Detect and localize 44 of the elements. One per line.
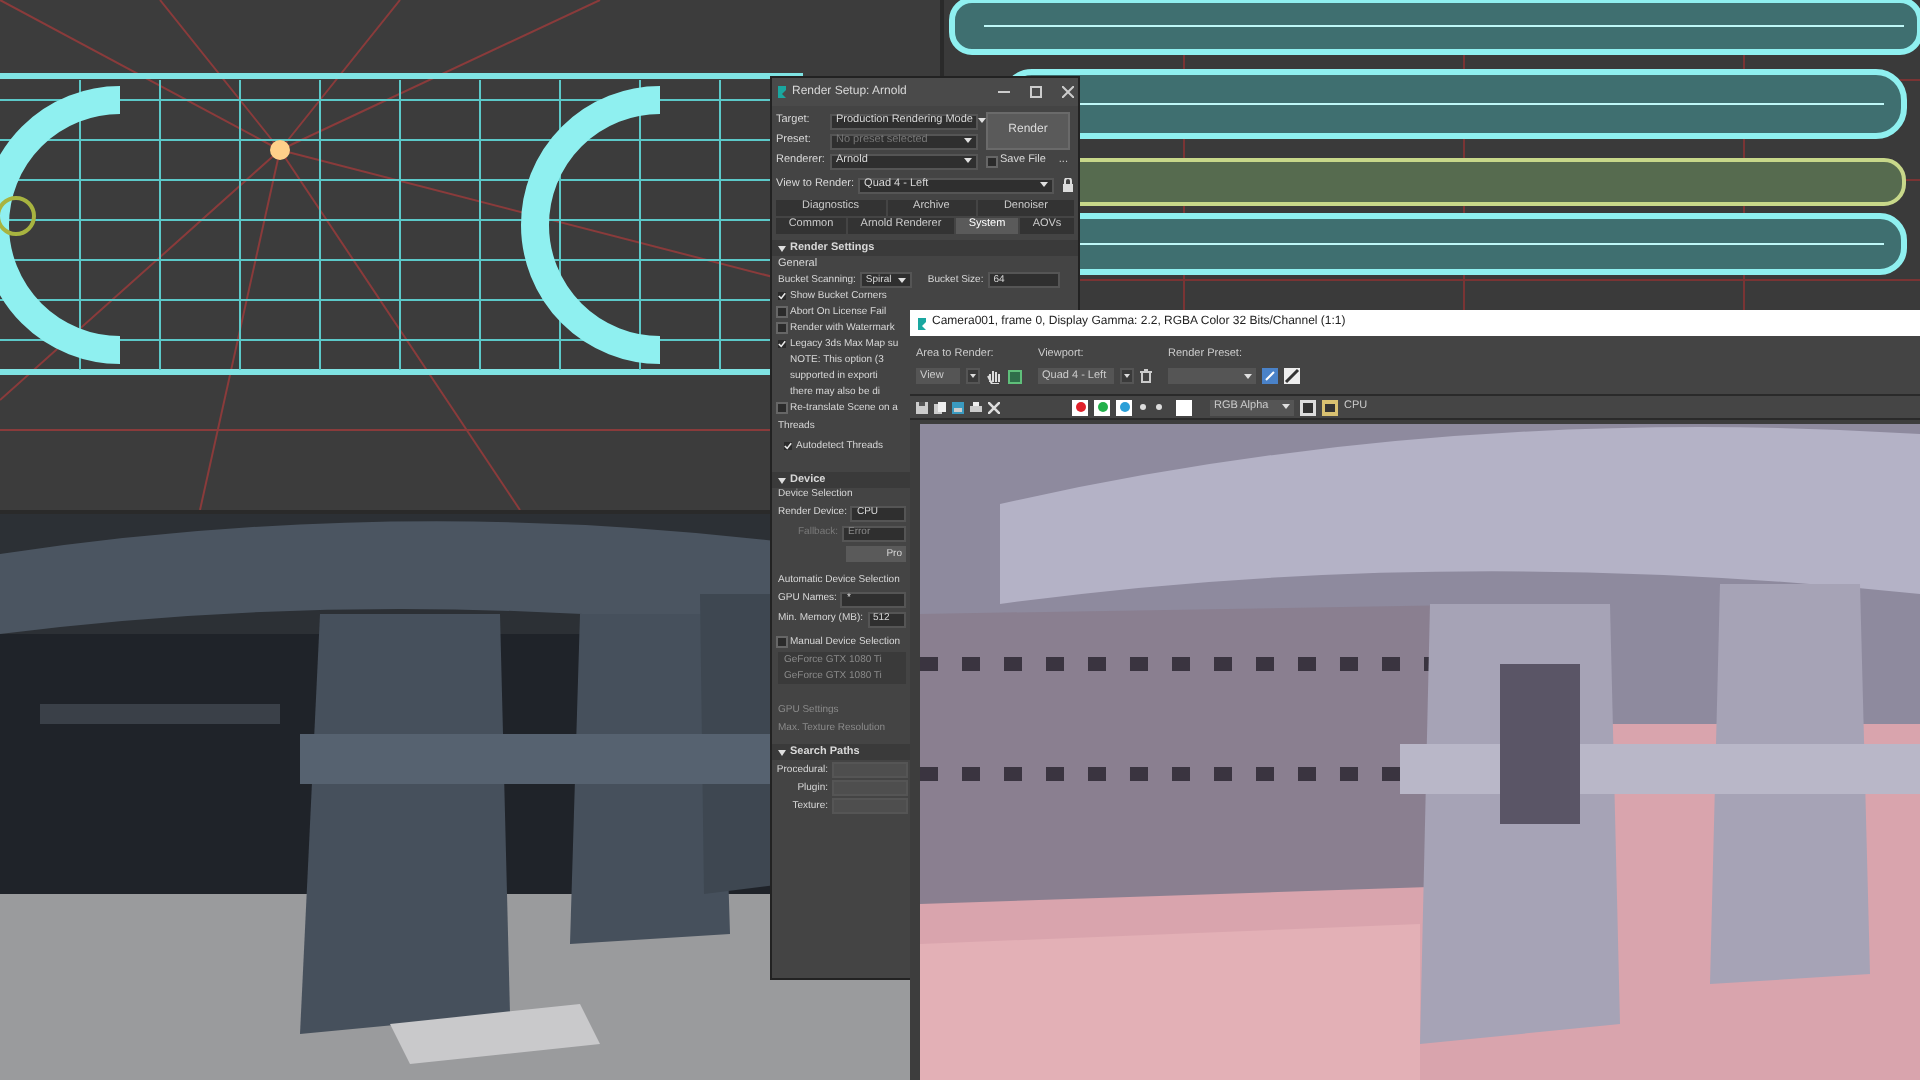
input-field[interactable] xyxy=(832,798,908,814)
trash-icon[interactable] xyxy=(1140,368,1152,385)
minimize-icon[interactable] xyxy=(998,86,1010,98)
save-icon[interactable] xyxy=(916,401,928,413)
color-swatch[interactable] xyxy=(1176,399,1192,415)
caret-icon xyxy=(1282,404,1290,410)
pencil-icon[interactable] xyxy=(1284,368,1300,385)
input-field[interactable] xyxy=(832,762,908,778)
checkbox[interactable] xyxy=(778,292,786,300)
checkbox[interactable] xyxy=(778,324,786,332)
collapse-icon[interactable] xyxy=(778,477,786,483)
clear-icon[interactable] xyxy=(988,401,1000,413)
caret-icon xyxy=(970,374,976,379)
hand-icon[interactable] xyxy=(986,368,1002,385)
print-icon[interactable] xyxy=(970,401,982,413)
checkbox[interactable] xyxy=(778,404,786,412)
caret-icon xyxy=(964,158,972,164)
region-icon[interactable] xyxy=(1008,369,1022,384)
clone-icon[interactable] xyxy=(952,401,964,413)
checkbox[interactable] xyxy=(784,442,792,450)
caret-icon xyxy=(1244,373,1252,380)
dropdown-button[interactable] xyxy=(966,368,980,385)
caret-icon xyxy=(1124,374,1130,379)
app-logo-icon xyxy=(916,315,928,331)
checkbox[interactable] xyxy=(988,157,996,165)
checkbox[interactable] xyxy=(778,308,786,316)
collapse-icon[interactable] xyxy=(778,749,786,755)
dropdown-button[interactable] xyxy=(1120,368,1134,385)
lock-icon[interactable] xyxy=(1062,178,1074,192)
caret-icon xyxy=(897,277,906,283)
close-icon[interactable] xyxy=(1062,86,1074,98)
input-field[interactable] xyxy=(832,780,908,796)
checkbox[interactable] xyxy=(778,340,786,348)
collapse-icon[interactable] xyxy=(778,245,786,251)
app-logo-icon xyxy=(776,84,788,100)
mono-icon[interactable] xyxy=(1154,402,1164,412)
checkbox[interactable] xyxy=(778,638,786,646)
maximize-icon[interactable] xyxy=(1030,86,1042,98)
copy-icon[interactable] xyxy=(934,401,946,413)
caret-icon xyxy=(977,118,985,124)
render-icon[interactable] xyxy=(1262,368,1278,385)
caret-icon xyxy=(1040,182,1048,188)
alpha-icon[interactable] xyxy=(1138,402,1148,412)
caret-icon xyxy=(964,138,972,144)
